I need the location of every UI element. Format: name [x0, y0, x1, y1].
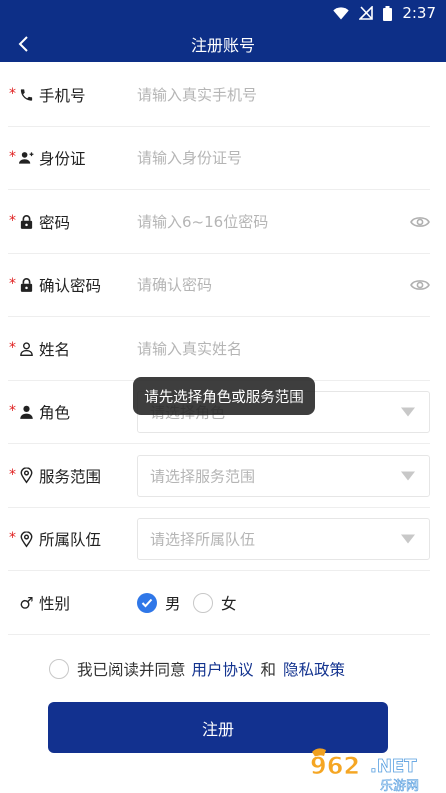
id-card-row: * 身份证 — [0, 127, 446, 190]
radio-checked-icon — [137, 592, 157, 613]
agreement-checkbox[interactable] — [49, 659, 69, 679]
chevron-left-icon — [18, 36, 28, 52]
eye-icon[interactable] — [410, 215, 430, 229]
male-symbol-icon: ♂ — [19, 593, 34, 613]
person-add-icon — [19, 151, 34, 166]
battery-icon — [383, 5, 393, 21]
name-label: 姓名 — [39, 340, 71, 359]
caret-down-icon — [401, 534, 415, 544]
service-area-row: * 服务范围 请选择服务范围 — [0, 444, 446, 508]
no-signal-icon — [359, 6, 374, 20]
required-mark: * — [9, 466, 16, 483]
back-button[interactable] — [10, 30, 38, 58]
confirm-password-input[interactable] — [137, 270, 402, 301]
gender-label: 性别 — [39, 594, 71, 613]
password-input[interactable] — [137, 206, 402, 237]
team-label: 所属队伍 — [39, 531, 102, 550]
role-label: 角色 — [39, 404, 71, 423]
agreement-and: 和 — [260, 661, 277, 679]
team-row: * 所属队伍 请选择所属队伍 — [0, 508, 446, 571]
phone-input[interactable] — [137, 79, 402, 110]
gender-option-label: 女 — [221, 594, 237, 613]
gender-row: ♂ 性别 男 女 — [0, 571, 446, 635]
gender-option-male[interactable]: 男 — [137, 592, 181, 614]
status-time: 2:37 — [402, 4, 436, 22]
watermark-logo: 962 .NET 乐游网 — [310, 748, 419, 793]
required-mark: * — [9, 212, 16, 229]
team-select[interactable]: 请选择所属队伍 — [137, 518, 430, 561]
wifi-icon — [333, 6, 350, 19]
password-row: * 密码 — [0, 190, 446, 254]
lock-icon — [19, 278, 34, 293]
required-mark: * — [9, 85, 16, 102]
lock-icon — [19, 214, 34, 229]
phone-row: * 手机号 — [0, 63, 446, 127]
location-pin-icon — [19, 467, 34, 484]
watermark-text: 乐游网 — [380, 779, 419, 793]
row-divider — [8, 633, 430, 635]
caret-down-icon — [401, 407, 415, 417]
radio-unchecked-icon — [193, 592, 213, 613]
service-area-label: 服务范围 — [39, 467, 102, 486]
eye-icon[interactable] — [410, 278, 430, 292]
name-input[interactable] — [137, 333, 402, 364]
person-icon — [19, 405, 34, 420]
required-mark: * — [9, 149, 16, 166]
name-row: * 姓名 — [0, 317, 446, 381]
watermark-number: 962 — [310, 752, 360, 780]
required-mark: * — [9, 530, 16, 547]
privacy-policy-link[interactable]: 隐私政策 — [283, 658, 345, 680]
confirm-password-label: 确认密码 — [39, 277, 102, 296]
id-card-input[interactable] — [137, 143, 402, 174]
watermark-suffix: .NET — [370, 756, 417, 777]
agreement-prefix: 我已阅读并同意 — [77, 661, 186, 679]
status-bar: 2:37 — [0, 0, 446, 26]
phone-label: 手机号 — [39, 86, 86, 105]
gender-option-label: 男 — [165, 594, 181, 613]
agreement-row: 我已阅读并同意 用户协议 和 隐私政策 — [49, 656, 345, 682]
required-mark: * — [9, 403, 16, 420]
required-mark: * — [9, 339, 16, 356]
page-title: 注册账号 — [190, 36, 255, 55]
register-form: * 手机号 * 身份证 * 密码 * 确 — [0, 63, 446, 635]
caret-down-icon — [401, 471, 415, 481]
app-bar: 注册账号 — [0, 26, 446, 62]
user-agreement-link[interactable]: 用户协议 — [192, 658, 254, 680]
location-pin-icon — [19, 531, 34, 548]
person-outline-icon — [19, 341, 34, 356]
confirm-password-row: * 确认密码 — [0, 254, 446, 317]
toast-message: 请先选择角色或服务范围 — [133, 377, 315, 415]
phone-icon — [19, 87, 34, 102]
gender-option-female[interactable]: 女 — [193, 592, 237, 614]
required-mark: * — [9, 276, 16, 293]
id-card-label: 身份证 — [39, 150, 86, 169]
password-label: 密码 — [39, 213, 71, 232]
service-area-select[interactable]: 请选择服务范围 — [137, 454, 430, 497]
team-select-placeholder: 请选择所属队伍 — [150, 530, 256, 549]
service-area-select-placeholder: 请选择服务范围 — [150, 467, 256, 486]
